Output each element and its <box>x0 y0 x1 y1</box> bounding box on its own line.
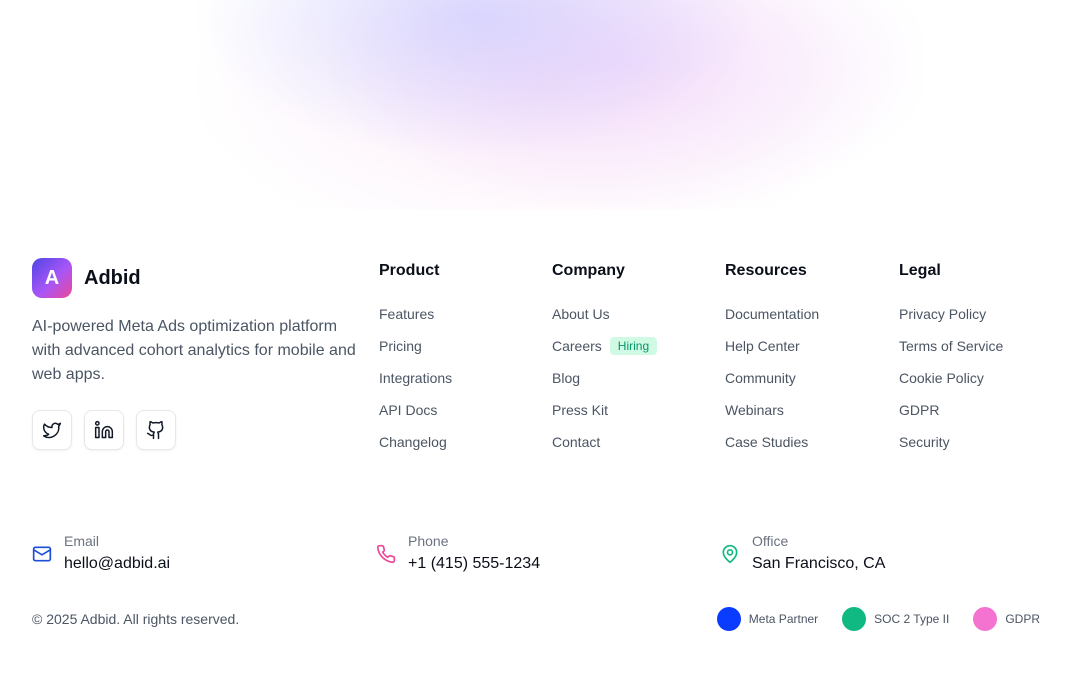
cert-label: SOC 2 Type II <box>874 612 950 626</box>
map-pin-icon <box>722 544 738 564</box>
column-title-product: Product <box>379 262 440 279</box>
company-column: Company About Us Careers Hiring Blog Pre… <box>552 261 658 458</box>
link-press-kit[interactable]: Press Kit <box>552 400 608 420</box>
link-terms-of-service[interactable]: Terms of Service <box>899 336 1003 356</box>
link-gdpr[interactable]: GDPR <box>899 400 939 420</box>
contact-email-label: Email <box>64 533 100 549</box>
link-careers[interactable]: Careers <box>552 336 602 356</box>
link-security[interactable]: Security <box>899 432 950 452</box>
link-cookie-policy[interactable]: Cookie Policy <box>899 368 984 388</box>
link-integrations[interactable]: Integrations <box>379 368 452 388</box>
link-webinars[interactable]: Webinars <box>725 400 784 420</box>
certifications: Meta Partner SOC 2 Type II GDPR <box>716 607 1040 631</box>
link-pricing[interactable]: Pricing <box>379 336 422 356</box>
link-about-us[interactable]: About Us <box>552 304 610 324</box>
contact-email[interactable]: Email hello@adbid.ai <box>32 532 170 576</box>
link-community[interactable]: Community <box>725 368 796 388</box>
contact-phone-label: Phone <box>408 533 449 549</box>
cert-label: GDPR <box>1005 612 1040 626</box>
contact-office-value: San Francisco, CA <box>752 555 886 572</box>
twitter-button[interactable] <box>32 410 72 450</box>
link-blog[interactable]: Blog <box>552 368 580 388</box>
decorative-gradient-glow <box>150 0 922 210</box>
link-case-studies[interactable]: Case Studies <box>725 432 808 452</box>
column-title-company: Company <box>552 262 625 279</box>
resources-column: Resources Documentation Help Center Comm… <box>725 261 819 458</box>
gdpr-icon <box>973 607 998 631</box>
github-button[interactable] <box>136 410 176 450</box>
link-privacy-policy[interactable]: Privacy Policy <box>899 304 986 324</box>
mail-icon <box>32 546 52 562</box>
legal-column: Legal Privacy Policy Terms of Service Co… <box>899 261 1003 458</box>
logo: A <box>32 258 72 298</box>
contact-phone[interactable]: Phone +1 (415) 555-1234 <box>376 532 540 576</box>
link-documentation[interactable]: Documentation <box>725 304 819 324</box>
column-title-resources: Resources <box>725 262 807 279</box>
meta-partner-icon <box>716 607 741 631</box>
link-help-center[interactable]: Help Center <box>725 336 800 356</box>
brand-name: Adbid <box>84 266 141 289</box>
phone-icon <box>376 544 396 564</box>
link-changelog[interactable]: Changelog <box>379 432 447 452</box>
hiring-badge: Hiring <box>609 337 658 355</box>
link-features[interactable]: Features <box>379 304 434 324</box>
link-api-docs[interactable]: API Docs <box>379 400 437 420</box>
copyright: © 2025 Adbid. All rights reserved. <box>32 611 240 627</box>
linkedin-icon <box>94 420 114 439</box>
product-column: Product Features Pricing Integrations AP… <box>379 261 452 458</box>
social-links <box>32 410 176 450</box>
linkedin-button[interactable] <box>84 410 124 450</box>
soc2-icon <box>842 607 867 631</box>
brand-tagline: AI-powered Meta Ads optimization platfor… <box>32 318 356 383</box>
github-icon <box>146 420 164 440</box>
brand[interactable]: A Adbid <box>32 258 141 298</box>
cert-meta-partner: Meta Partner <box>716 607 819 631</box>
contact-office: Office San Francisco, CA <box>720 532 885 576</box>
cert-gdpr: GDPR <box>973 607 1040 631</box>
contact-phone-value[interactable]: +1 (415) 555-1234 <box>408 552 540 576</box>
contact-office-label: Office <box>752 533 789 549</box>
column-title-legal: Legal <box>899 262 941 279</box>
cert-soc2: SOC 2 Type II <box>842 607 949 631</box>
twitter-icon <box>42 422 62 439</box>
footer-page: A Adbid AI-powered Meta Ads optimization… <box>0 0 1072 679</box>
contact-email-value[interactable]: hello@adbid.ai <box>64 552 170 576</box>
cert-label: Meta Partner <box>748 612 819 626</box>
link-contact[interactable]: Contact <box>552 432 600 452</box>
